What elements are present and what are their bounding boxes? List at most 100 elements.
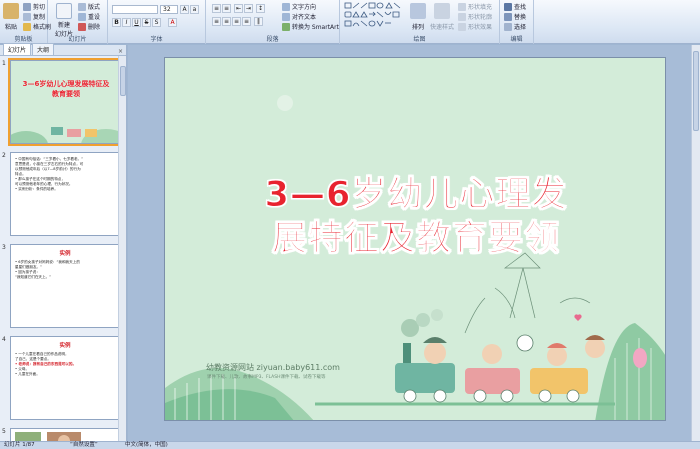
editing-group-label: 编辑 xyxy=(510,36,523,43)
editing-group: 查找 替换 选择 编辑 xyxy=(500,0,534,44)
arrange-icon xyxy=(410,3,426,19)
numbering-icon[interactable]: ≡ xyxy=(222,4,231,13)
thumb-text: • 儿童在外面。 xyxy=(15,372,40,376)
slide-thumbnail-1[interactable]: 3—6岁幼儿心理发展特征及教育要领 xyxy=(8,58,119,146)
site-subtitle: 课件下载、儿歌、故事MP3、FLASH课件下载、试卷下载等 xyxy=(207,375,326,380)
delete-slide-button[interactable]: 删除 xyxy=(78,22,100,31)
theme-name: “自然设置” xyxy=(70,442,98,448)
slide-editor: 3—6岁幼儿心理发 展特征及教育要领 幼教资源网站 ziyuan.baby611… xyxy=(128,45,700,441)
language: 中文(简体，中国) xyxy=(125,442,168,448)
select-button[interactable]: 选择 xyxy=(504,22,526,31)
cursor-icon xyxy=(504,22,512,31)
increase-indent-icon[interactable]: ⇥ xyxy=(244,4,253,13)
shrink-font-icon[interactable]: a xyxy=(190,5,199,14)
thumb-photos xyxy=(15,432,81,441)
grow-font-icon[interactable]: A xyxy=(180,5,189,14)
site-name: 幼教资源网站 ziyuan.baby611.com xyxy=(206,363,340,372)
align-text-button[interactable]: 对齐文本 xyxy=(282,12,316,21)
shape-outline-button[interactable]: 形状轮廓 xyxy=(458,12,492,21)
layout-button[interactable]: 版式 xyxy=(78,2,100,11)
thumb-text: • 实例分析：条件的培养。 xyxy=(15,187,58,191)
slide-thumbnail-3[interactable]: 实例 • 6岁的女孩子对妈妈说：“我和我天上的 星星们做朋友。” • 因为孩子说… xyxy=(10,244,119,328)
shapes-gallery[interactable] xyxy=(344,2,404,34)
new-slide-button[interactable]: 新建 幻灯片 xyxy=(55,3,73,38)
effects-icon xyxy=(458,22,466,31)
slide-thumbnail-5[interactable] xyxy=(10,428,119,441)
smartart-button[interactable]: 转换为 SmartArt xyxy=(282,22,339,31)
clipboard-group-label: 剪贴板 xyxy=(14,36,33,43)
format-painter-button[interactable]: 格式刷 xyxy=(23,22,51,31)
shadow-icon[interactable]: S xyxy=(152,18,161,27)
editor-scrollbar[interactable] xyxy=(691,45,700,441)
tab-outline[interactable]: 大纲 xyxy=(32,43,55,55)
underline-icon[interactable]: U xyxy=(132,18,141,27)
thumb-illustration xyxy=(11,127,119,143)
slide-number: 2 xyxy=(2,152,6,159)
reset-button[interactable]: 重设 xyxy=(78,12,100,21)
text-direction-button[interactable]: 文字方向 xyxy=(282,2,316,11)
slide-thumbnail-2[interactable]: • 中国有句俗话：“三岁看小，七岁看老。” 意思是说，小孩在三岁左右的行为特点，… xyxy=(10,152,119,236)
italic-icon[interactable]: I xyxy=(122,18,131,27)
paragraph-group: ≡ ≡ ⇤ ⇥ ↕ ≡ ≡ ≡ ≡ ‖ 文字方向 对齐文本 转换为 SmartA… xyxy=(206,0,340,44)
paste-button[interactable]: 粘贴 xyxy=(3,3,19,31)
clipboard-group: 粘贴 剪切 复制 格式刷 剪贴板 xyxy=(0,0,51,44)
shape-effects-button[interactable]: 形状效果 xyxy=(458,22,492,31)
slide-title-line-2[interactable]: 展特征及教育要领 xyxy=(165,210,665,261)
align-text-icon xyxy=(282,12,290,21)
font-color-icon[interactable]: A xyxy=(168,18,177,27)
strikethrough-icon[interactable]: S xyxy=(142,18,151,27)
tab-slides[interactable]: 幻灯片 xyxy=(3,43,32,55)
slides-group-label: 幻灯片 xyxy=(68,36,87,43)
align-center-icon[interactable]: ≡ xyxy=(222,17,231,26)
fill-icon xyxy=(458,2,466,11)
slide-number: 3 xyxy=(2,244,6,251)
scissors-icon xyxy=(23,2,31,11)
current-slide[interactable]: 3—6岁幼儿心理发 展特征及教育要领 幼教资源网站 ziyuan.baby611… xyxy=(164,57,666,421)
replace-button[interactable]: 替换 xyxy=(504,12,526,21)
quick-styles-icon xyxy=(434,3,450,19)
replace-icon xyxy=(504,12,512,21)
find-button[interactable]: 查找 xyxy=(504,2,526,11)
thumb-text: “我知道它们在天上。” xyxy=(15,275,52,279)
panel-tabs: 幻灯片 大纲 × xyxy=(0,43,126,56)
quick-styles-button[interactable]: 快速样式 xyxy=(430,3,454,31)
smartart-icon xyxy=(282,22,290,31)
slide-number: 4 xyxy=(2,336,6,343)
shape-fill-button[interactable]: 形状填充 xyxy=(458,2,492,11)
delete-icon xyxy=(78,22,86,31)
slide-position: 幻灯片 1/87 xyxy=(4,442,35,448)
close-icon[interactable]: × xyxy=(118,48,123,55)
copy-button[interactable]: 复制 xyxy=(23,12,45,21)
thumb-title: 实例 xyxy=(59,343,71,349)
text-direction-icon xyxy=(282,2,290,11)
binoculars-icon xyxy=(504,2,512,11)
reset-icon xyxy=(78,12,86,21)
bold-icon[interactable]: B xyxy=(112,18,121,27)
arrange-button[interactable]: 排列 xyxy=(410,3,426,31)
scroll-thumb[interactable] xyxy=(120,66,126,96)
justify-icon[interactable]: ≡ xyxy=(242,17,251,26)
cut-button[interactable]: 剪切 xyxy=(23,2,45,11)
slide-number: 1 xyxy=(2,60,6,67)
align-left-icon[interactable]: ≡ xyxy=(212,17,221,26)
columns-icon[interactable]: ‖ xyxy=(254,17,263,26)
paragraph-group-label: 段落 xyxy=(266,36,279,43)
font-group-label: 字体 xyxy=(150,36,163,43)
ribbon: 粘贴 剪切 复制 格式刷 剪贴板 新建 幻灯片 版式 重设 删除 幻灯片 32 … xyxy=(0,0,700,44)
bullets-icon[interactable]: ≡ xyxy=(212,4,221,13)
scroll-thumb[interactable] xyxy=(693,51,699,131)
slide-thumbnail-4[interactable]: 实例 • 一个儿童在看自己的作品说明， 了自己，这是个要点。 • 老师说：我有自… xyxy=(10,336,119,420)
drawing-group: 排列 快速样式 形状填充 形状轮廓 形状效果 绘图 xyxy=(340,0,500,44)
status-bar: 幻灯片 1/87 “自然设置” 中文(简体，中国) xyxy=(0,441,700,449)
layout-icon xyxy=(78,2,86,11)
line-spacing-icon[interactable]: ↕ xyxy=(256,4,265,13)
slides-group: 新建 幻灯片 版式 重设 删除 幻灯片 xyxy=(48,0,108,44)
panel-scrollbar[interactable] xyxy=(118,56,126,441)
brush-icon xyxy=(23,22,31,31)
font-name-select[interactable] xyxy=(112,5,158,14)
align-right-icon[interactable]: ≡ xyxy=(232,17,241,26)
font-size-select[interactable]: 32 xyxy=(160,5,178,14)
thumb-title: 实例 xyxy=(59,251,71,257)
slide-number: 5 xyxy=(2,428,6,435)
decrease-indent-icon[interactable]: ⇤ xyxy=(234,4,243,13)
